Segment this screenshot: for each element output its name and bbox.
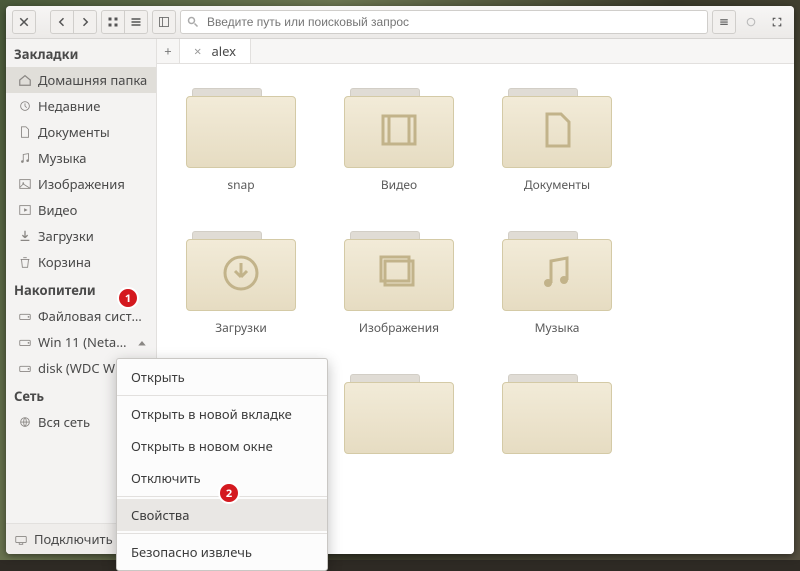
video-icon	[18, 203, 32, 217]
eject-icon[interactable]	[136, 336, 148, 348]
sidebar-item-label: Документы	[38, 123, 148, 141]
sidebar-drive-1[interactable]: Win 11 (Netac NV…	[6, 329, 156, 355]
folder-icon	[186, 231, 296, 311]
folder-label: Документы	[524, 176, 590, 193]
sidebar-item-recent[interactable]: Недавние	[6, 93, 156, 119]
sidebar-item-label: Изображения	[38, 175, 148, 193]
tab-bar: + × alex	[157, 39, 794, 64]
folder-icon	[344, 374, 454, 454]
nav-back-forward	[50, 10, 97, 34]
folder-label: Видео	[381, 176, 417, 193]
folder-icon	[502, 374, 612, 454]
folder-item[interactable]	[497, 374, 617, 462]
view-switch	[101, 10, 148, 34]
tab-current[interactable]: × alex	[180, 39, 251, 63]
sidebar-item-home[interactable]: Домашняя папка	[6, 67, 156, 93]
sidebar-item-video[interactable]: Видео	[6, 197, 156, 223]
globe-icon	[18, 415, 32, 429]
folder-label: snap	[227, 176, 254, 193]
sidebar-item-doc[interactable]: Документы	[6, 119, 156, 145]
toolbar	[6, 6, 794, 39]
menu-button[interactable]	[712, 10, 736, 34]
icon-view-button[interactable]	[101, 10, 125, 34]
sidebar-item-label: Загрузки	[38, 227, 148, 245]
folder-item[interactable]: Видео	[339, 88, 459, 193]
sidebar-item-download[interactable]: Загрузки	[6, 223, 156, 249]
home-icon	[18, 73, 32, 87]
folder-icon	[344, 88, 454, 168]
music-icon	[18, 151, 32, 165]
search-input[interactable]	[205, 14, 701, 30]
folder-item[interactable]: Загрузки	[181, 231, 301, 336]
drive-icon	[18, 309, 32, 323]
folder-item[interactable]: snap	[181, 88, 301, 193]
folder-item[interactable]: Документы	[497, 88, 617, 193]
folder-label: Музыка	[535, 319, 580, 336]
context-item[interactable]: Открыть в новом окне	[117, 430, 327, 462]
settings-icon[interactable]	[740, 11, 762, 33]
drive-context-menu: Открыть Открыть в новой вкладкеОткрыть в …	[116, 358, 328, 571]
sidebar-section-bookmarks: Закладки	[6, 39, 156, 67]
folder-item[interactable]	[339, 374, 459, 462]
connect-icon	[14, 532, 28, 546]
context-item[interactable]: Открыть в новой вкладке	[117, 398, 327, 430]
drive-icon	[18, 361, 32, 375]
forward-button[interactable]	[74, 10, 97, 34]
folder-icon	[502, 88, 612, 168]
recent-icon	[18, 99, 32, 113]
sidebar-item-label: Музыка	[38, 149, 148, 167]
image-icon	[18, 177, 32, 191]
sidebar-item-label: Корзина	[38, 253, 148, 271]
folder-label: Изображения	[359, 319, 439, 336]
annotation-badge-2: 2	[218, 482, 240, 504]
doc-icon	[18, 125, 32, 139]
context-separator	[117, 533, 327, 534]
folder-item[interactable]: Изображения	[339, 231, 459, 336]
toggle-sidebar-button[interactable]	[152, 10, 176, 34]
context-item[interactable]: Свойства	[117, 499, 327, 531]
folder-label: Загрузки	[215, 319, 267, 336]
folder-icon	[502, 231, 612, 311]
context-separator	[117, 395, 327, 396]
sidebar-item-label: Недавние	[38, 97, 148, 115]
folder-item[interactable]: Музыка	[497, 231, 617, 336]
sidebar-item-label: Файловая систе…	[38, 307, 148, 325]
sidebar-item-label: Домашняя папка	[38, 71, 148, 89]
path-search-field[interactable]	[180, 10, 708, 34]
sidebar-item-trash[interactable]: Корзина	[6, 249, 156, 275]
back-button[interactable]	[50, 10, 74, 34]
list-view-button[interactable]	[125, 10, 148, 34]
sidebar-item-label: Видео	[38, 201, 148, 219]
drive-icon	[18, 335, 32, 349]
new-tab-button[interactable]: +	[157, 39, 180, 63]
sidebar-item-music[interactable]: Музыка	[6, 145, 156, 171]
tab-label: alex	[211, 42, 236, 60]
sidebar-item-image[interactable]: Изображения	[6, 171, 156, 197]
download-icon	[18, 229, 32, 243]
folder-icon	[344, 231, 454, 311]
trash-icon	[18, 255, 32, 269]
close-button[interactable]	[12, 10, 36, 34]
fullscreen-button[interactable]	[766, 11, 788, 33]
tab-close-icon[interactable]: ×	[194, 42, 201, 60]
search-icon	[187, 16, 199, 28]
annotation-badge-1: 1	[117, 287, 139, 309]
sidebar-item-label: Win 11 (Netac NV…	[38, 333, 130, 351]
context-item[interactable]: Безопасно извлечь	[117, 536, 327, 568]
context-item[interactable]: Открыть	[117, 361, 327, 393]
folder-icon	[186, 88, 296, 168]
